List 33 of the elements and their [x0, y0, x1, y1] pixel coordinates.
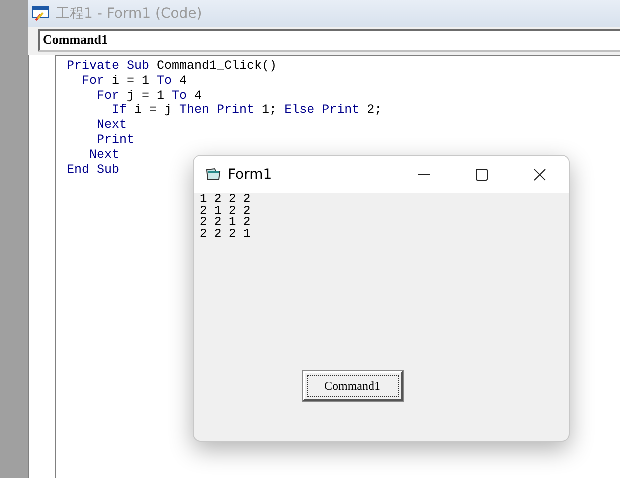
output-number: 2 — [244, 217, 252, 228]
maximize-icon[interactable] — [476, 168, 488, 180]
output-number: 2 — [214, 194, 223, 206]
output-number: 2 — [214, 217, 223, 228]
code-line: Print — [96, 132, 135, 148]
command-button[interactable]: Command1 — [302, 371, 402, 401]
code-window-icon — [32, 6, 50, 22]
output-number: 1 — [214, 206, 223, 217]
code-line: Next — [96, 118, 128, 133]
close-icon[interactable] — [534, 168, 546, 180]
form-title: Form1 — [228, 166, 274, 182]
output-number: 2 — [200, 228, 208, 240]
output-number: 2 — [244, 206, 252, 217]
code-line: For i = 1 To 4 — [81, 74, 188, 89]
output-number: 2 — [229, 194, 238, 206]
code-line: End Sub — [67, 162, 120, 178]
output-number: 1 — [244, 228, 252, 240]
code-line: Next — [88, 148, 120, 163]
output-number: 2 — [229, 206, 238, 217]
form-icon — [206, 168, 221, 182]
output-number: 1 — [229, 217, 238, 228]
code-line: If i = j Then Print 1; Else Print 2; — [111, 103, 382, 118]
object-dropdown[interactable]: Command1 — [38, 28, 620, 52]
output-number: 2 — [214, 228, 223, 240]
output-number: 2 — [229, 228, 238, 240]
output-number: 2 — [200, 206, 208, 217]
minimize-icon[interactable] — [418, 174, 430, 176]
code-line: Private Sub Command1_Click() — [67, 59, 278, 74]
window-title: 工程1 - Form1 (Code) — [56, 4, 202, 22]
output-number: 2 — [200, 217, 208, 228]
output-number: 1 — [200, 194, 208, 206]
code-line: For j = 1 To 4 — [96, 88, 202, 104]
output-number: 2 — [244, 194, 252, 206]
